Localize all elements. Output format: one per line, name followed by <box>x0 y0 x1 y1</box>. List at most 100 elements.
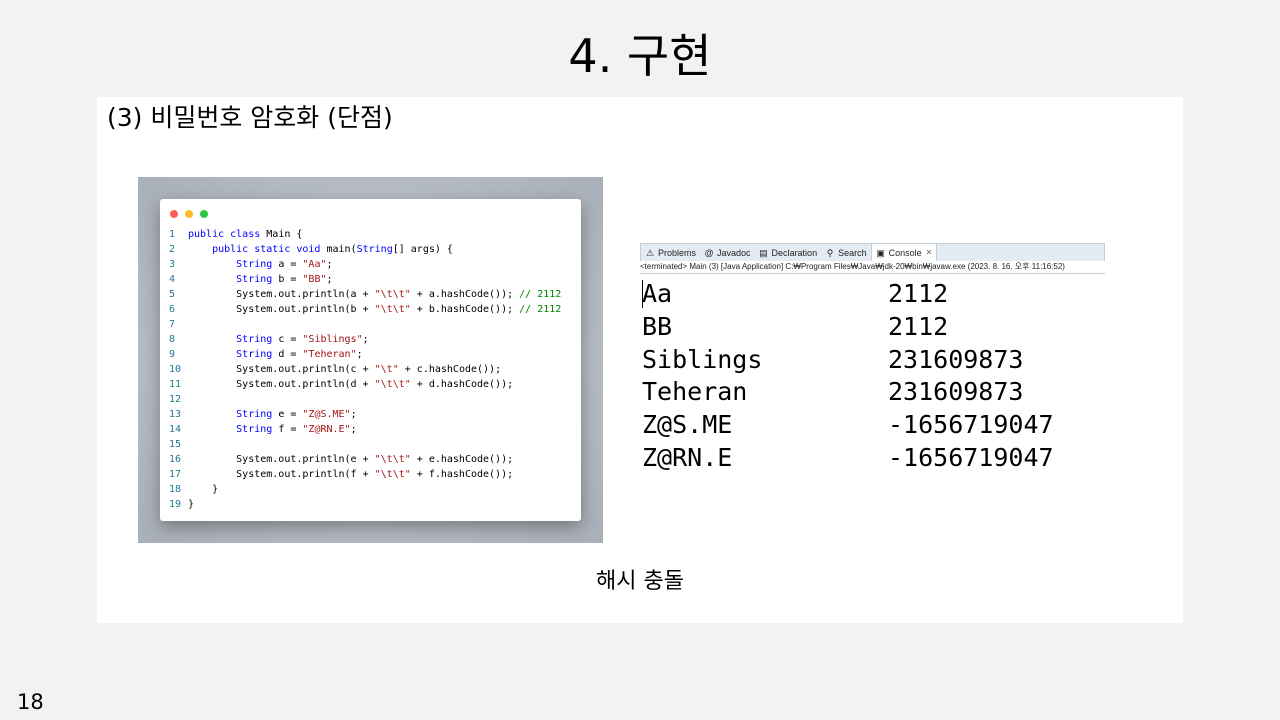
page-number: 18 <box>17 690 44 714</box>
code-token: System.out.println(f + <box>188 469 375 480</box>
code-token: System.out.println(c + <box>188 364 375 375</box>
code-token: String <box>188 424 279 435</box>
text-caret <box>642 280 643 308</box>
line-number: 6 <box>169 304 176 315</box>
code-token: } <box>188 484 219 495</box>
code-token: public static void <box>188 244 327 255</box>
tab-label: Javadoc <box>717 247 751 258</box>
tab-javadoc[interactable]: @ Javadoc <box>700 244 755 261</box>
line-number: 5 <box>169 289 176 300</box>
line-number: 9 <box>169 349 176 360</box>
code-token: + c.hashCode()); <box>398 364 502 375</box>
tab-label: Console <box>888 247 922 258</box>
output-string: Aa <box>642 279 673 308</box>
code-token: + d.hashCode()); <box>410 379 514 390</box>
code-token: } <box>188 499 195 510</box>
output-string: Siblings <box>642 344 763 374</box>
code-token: "\t\t" <box>374 289 411 300</box>
console-output-row: Z@S.ME -1656719047 <box>640 409 1105 442</box>
declaration-icon: ▤ <box>759 247 768 258</box>
code-token: ; <box>350 424 357 435</box>
console-output-row: BB 2112 <box>640 311 1105 344</box>
code-line: 12 <box>169 392 561 407</box>
output-hashcode: -1656719047 <box>888 442 1054 472</box>
close-tab-icon[interactable]: ✕ <box>926 248 933 257</box>
code-line: 13 String e = "Z@S.ME"; <box>169 407 561 422</box>
eclipse-console-screenshot: ⚠ Problems @ Javadoc ▤ Declaration ⚲ Search ▣ Con… <box>640 243 1105 473</box>
line-number: 8 <box>169 334 176 345</box>
code-token: System.out.println(b + <box>188 304 375 315</box>
code-token: String <box>356 244 393 255</box>
tab-label: Declaration <box>771 247 818 258</box>
code-line: 1 public class Main { <box>169 227 561 242</box>
code-token: System.out.println(a + <box>188 289 375 300</box>
line-number: 1 <box>169 229 176 240</box>
line-number: 14 <box>169 424 182 435</box>
javadoc-icon: @ <box>704 247 714 258</box>
code-token: "\t\t" <box>374 454 411 465</box>
tab-problems[interactable]: ⚠ Problems <box>641 244 700 261</box>
code-token: ; <box>356 349 363 360</box>
output-string: Teheran <box>642 377 748 407</box>
code-line: 4 String b = "BB"; <box>169 272 561 287</box>
code-token: Main { <box>266 229 303 240</box>
output-string: Z@S.ME <box>642 410 733 440</box>
code-line: 2 public static void main(String[] args)… <box>169 242 561 257</box>
line-number: 11 <box>169 379 182 390</box>
console-tab-bar: ⚠ Problems @ Javadoc ▤ Declaration ⚲ Search ▣ Con… <box>640 243 1105 261</box>
code-token: e = <box>278 409 303 420</box>
line-number: 15 <box>169 439 182 450</box>
output-hashcode: 231609873 <box>888 377 1024 407</box>
code-editor-window: 1 public class Main {2 public static void… <box>160 199 581 521</box>
code-token: String <box>188 409 279 420</box>
slide-title: 4. 구현 <box>568 29 712 83</box>
code-token: ; <box>326 259 333 270</box>
code-token: f = <box>278 424 303 435</box>
output-hashcode: 2112 <box>888 311 949 341</box>
code-token: a = <box>278 259 303 270</box>
code-line: 11 System.out.println(d + "\t\t" + d.has… <box>169 377 561 392</box>
code-token: "\t\t" <box>374 379 411 390</box>
console-output-row: Aa 2112 <box>640 278 1105 311</box>
tab-label: Search <box>838 247 867 258</box>
tab-declaration[interactable]: ▤ Declaration <box>755 244 822 261</box>
code-token: + a.hashCode()); <box>410 289 520 300</box>
code-token: + e.hashCode()); <box>410 454 514 465</box>
console-output-row: Siblings 231609873 <box>640 344 1105 377</box>
code-token: "\t\t" <box>374 304 411 315</box>
code-token: ; <box>326 274 333 285</box>
line-number: 10 <box>169 364 182 375</box>
code-token: d = <box>278 349 303 360</box>
console-output: Aa 2112 BB 2112 Siblings 231609873 Teheran 2316… <box>640 274 1105 475</box>
output-hashcode: -1656719047 <box>888 410 1054 440</box>
code-token: + f.hashCode()); <box>410 469 514 480</box>
line-number: 4 <box>169 274 176 285</box>
tab-search[interactable]: ⚲ Search <box>821 244 871 261</box>
code-line: 3 String a = "Aa"; <box>169 257 561 272</box>
code-line: 19} <box>169 497 561 512</box>
output-hashcode: 231609873 <box>888 344 1024 374</box>
console-status-line: <terminated> Main (3) [Java Application]… <box>640 261 1105 274</box>
line-number: 2 <box>169 244 176 255</box>
code-token: + b.hashCode()); <box>410 304 520 315</box>
code-token: String <box>188 334 279 345</box>
code-line: 5 System.out.println(a + "\t\t" + a.hash… <box>169 287 561 302</box>
tab-console[interactable]: ▣ Console ✕ <box>870 244 938 261</box>
line-number: 13 <box>169 409 182 420</box>
code-token: "Z@S.ME" <box>302 409 351 420</box>
code-token: c = <box>278 334 303 345</box>
line-number: 19 <box>169 499 182 510</box>
console-output-row: Z@RN.E -1656719047 <box>640 442 1105 475</box>
close-dot-icon <box>170 210 178 218</box>
code-line: 15 <box>169 437 561 452</box>
output-hashcode: 2112 <box>888 279 949 308</box>
code-token: // 2112 <box>519 304 562 315</box>
line-number: 17 <box>169 469 182 480</box>
code-screenshot: 1 public class Main {2 public static void… <box>138 177 603 543</box>
code-line: 7 <box>169 317 561 332</box>
code-token: ; <box>350 409 357 420</box>
code-token: String <box>188 274 279 285</box>
search-icon: ⚲ <box>826 247 834 258</box>
output-string: Z@RN.E <box>642 442 733 472</box>
code-token: ; <box>362 334 369 345</box>
